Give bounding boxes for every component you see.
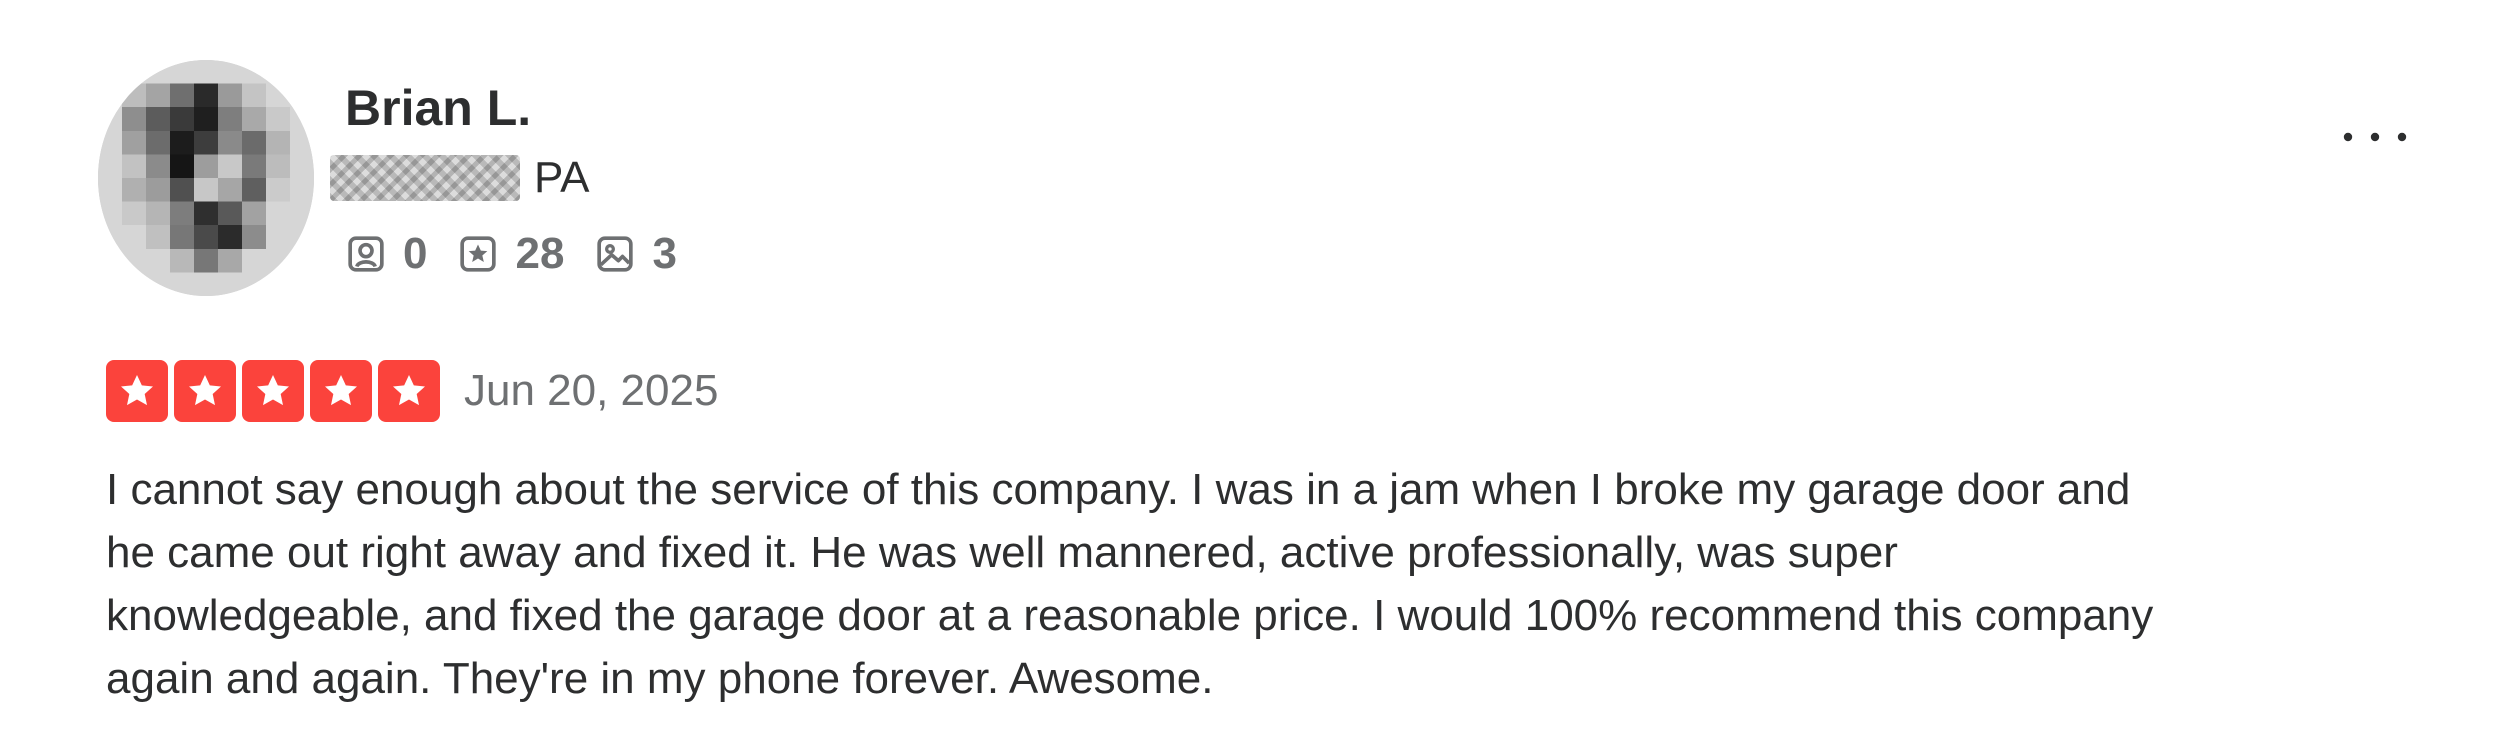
star-3 [242, 360, 304, 422]
star-4 [310, 360, 372, 422]
avatar-image [98, 60, 314, 296]
review-date: Jun 20, 2025 [464, 366, 719, 415]
avatar[interactable] [98, 60, 314, 296]
more-options-button[interactable] [2330, 112, 2420, 162]
star-5 [378, 360, 440, 422]
photo-icon [594, 233, 636, 275]
star-rating [106, 360, 440, 422]
review-text: I cannot say enough about the service of… [106, 465, 2154, 703]
star-icon [189, 375, 221, 406]
ellipsis-icon [2343, 132, 2407, 142]
stat-reviews: 28 [457, 224, 564, 284]
star-icon [325, 375, 357, 406]
review-star-icon [457, 233, 499, 275]
user-location: PA [330, 148, 589, 208]
user-name[interactable]: Brian L. [345, 78, 531, 138]
star-icon [257, 375, 289, 406]
rating-row: Jun 20, 2025 [106, 358, 718, 424]
friends-count: 0 [403, 229, 428, 278]
reviews-count: 28 [515, 229, 565, 278]
friends-icon [345, 233, 387, 275]
star-1 [106, 360, 168, 422]
user-stats: 0 28 3 [345, 224, 707, 284]
photos-count: 3 [652, 229, 677, 278]
star-icon [393, 375, 425, 406]
review-card: Brian L. PA 0 28 3 Jun 20, 2025 I cannot… [0, 0, 2500, 729]
stat-friends: 0 [345, 224, 427, 284]
star-2 [174, 360, 236, 422]
location-state: PA [534, 153, 590, 202]
stat-photos: 3 [594, 224, 677, 284]
star-icon [121, 375, 153, 406]
redacted-city [330, 155, 520, 201]
